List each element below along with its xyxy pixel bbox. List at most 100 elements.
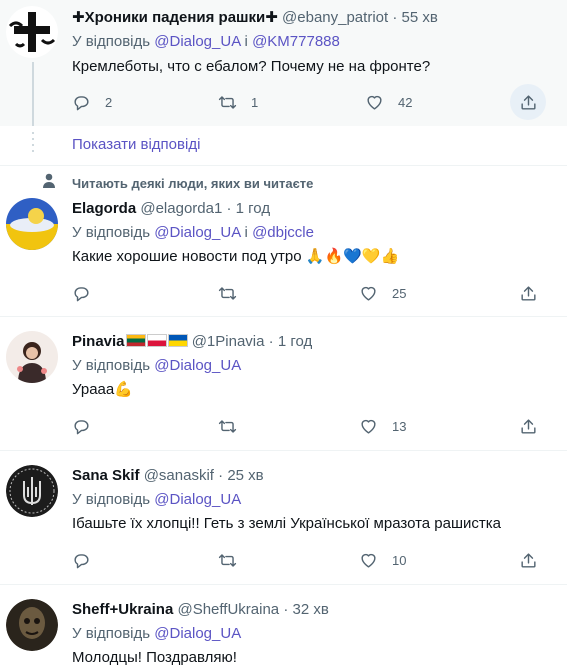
reply-count: 2 bbox=[105, 94, 113, 110]
retweet-icon bbox=[218, 95, 237, 109]
heart-icon bbox=[367, 95, 382, 110]
retweet-button[interactable]: 1 bbox=[218, 91, 258, 113]
avatar[interactable] bbox=[6, 465, 58, 517]
divider bbox=[0, 450, 567, 451]
tweet-4[interactable]: Sana Skif @sanaskif · 25 хв У відповідь … bbox=[0, 462, 567, 584]
reply-prefix: У відповідь bbox=[72, 625, 151, 642]
heart-icon bbox=[361, 419, 376, 434]
reply-icon bbox=[74, 419, 89, 434]
thread-dots bbox=[31, 132, 35, 156]
avatar[interactable] bbox=[6, 331, 58, 383]
share-button[interactable] bbox=[519, 91, 538, 113]
timestamp[interactable]: 1 год bbox=[236, 200, 270, 217]
replying-to: У відповідь @Dialog_UA bbox=[72, 624, 563, 644]
divider bbox=[0, 584, 567, 585]
retweet-icon bbox=[218, 419, 237, 433]
timestamp[interactable]: 1 год bbox=[278, 333, 312, 350]
avatar[interactable] bbox=[6, 198, 58, 250]
separator-dot: · bbox=[226, 200, 232, 217]
reply-icon bbox=[74, 553, 89, 568]
reply-button[interactable] bbox=[72, 549, 91, 571]
avatar[interactable] bbox=[6, 599, 58, 651]
heart-icon bbox=[361, 553, 376, 568]
reply-conjunction: і bbox=[244, 33, 248, 50]
mention-link[interactable]: @KM777888 bbox=[252, 33, 340, 50]
replying-to: У відповідь @Dialog_UA bbox=[72, 356, 563, 376]
retweet-button[interactable] bbox=[218, 549, 237, 571]
replying-to: У відповідь @Dialog_UA і @dbjccle bbox=[72, 223, 563, 243]
display-name[interactable]: Elagorda bbox=[72, 200, 136, 217]
retweet-icon bbox=[218, 286, 237, 300]
display-name[interactable]: ✚Хроники падения рашки✚ bbox=[72, 9, 278, 26]
share-button[interactable] bbox=[519, 415, 538, 437]
display-name[interactable]: Sana Skif bbox=[72, 467, 140, 484]
like-button[interactable]: 10 bbox=[359, 549, 406, 571]
reply-prefix: У відповідь bbox=[72, 224, 151, 241]
share-icon bbox=[521, 552, 536, 568]
like-count: 25 bbox=[392, 285, 407, 301]
reply-button[interactable]: 2 bbox=[72, 91, 112, 113]
separator-dot: · bbox=[283, 601, 289, 618]
user-handle[interactable]: @ebany_patriot bbox=[282, 9, 388, 26]
reply-conjunction: і bbox=[244, 224, 248, 241]
retweet-icon bbox=[218, 553, 237, 567]
reply-prefix: У відповідь bbox=[72, 33, 151, 50]
share-icon bbox=[521, 285, 536, 301]
retweet-button[interactable] bbox=[218, 415, 237, 437]
tweet-text-content: Урааа bbox=[72, 381, 115, 398]
user-handle[interactable]: @1Pinavia bbox=[192, 333, 265, 350]
tweet-5[interactable]: Sheff+Ukraina @SheffUkraina · 32 хв У ві… bbox=[0, 596, 567, 670]
reply-button[interactable] bbox=[72, 415, 91, 437]
mention-link[interactable]: @Dialog_UA bbox=[154, 357, 241, 374]
tweet-text: Кремлеботы, что с ебалом? Почему не на ф… bbox=[72, 58, 431, 75]
reply-icon bbox=[74, 286, 89, 301]
user-handle[interactable]: @sanaskif bbox=[144, 467, 214, 484]
separator-dot: · bbox=[268, 333, 274, 350]
display-name[interactable]: Pinavia bbox=[72, 333, 125, 350]
heart-icon bbox=[361, 286, 376, 301]
user-handle[interactable]: @SheffUkraina bbox=[177, 601, 279, 618]
replying-to: У відповідь @Dialog_UA і @KM777888 bbox=[72, 32, 563, 52]
tweet-text: Ібашьте їх хлопці!! Геть з землі Українс… bbox=[72, 515, 502, 532]
avatar[interactable] bbox=[6, 6, 58, 58]
share-button[interactable] bbox=[519, 282, 538, 304]
reply-prefix: У відповідь bbox=[72, 491, 151, 508]
separator-dot: · bbox=[218, 467, 224, 484]
show-replies-link[interactable]: Показати відповіді bbox=[72, 136, 200, 153]
user-handle[interactable]: @elagorda1 bbox=[140, 200, 222, 217]
like-count: 42 bbox=[398, 94, 413, 110]
like-button[interactable]: 13 bbox=[359, 415, 406, 437]
share-button[interactable] bbox=[519, 549, 538, 571]
social-context: Читають деякі люди, яких ви читаєте bbox=[72, 176, 314, 191]
divider bbox=[0, 316, 567, 317]
mention-link[interactable]: @Dialog_UA bbox=[154, 224, 240, 241]
replying-to: У відповідь @Dialog_UA bbox=[72, 490, 563, 510]
timestamp[interactable]: 55 хв bbox=[402, 9, 438, 26]
timestamp[interactable]: 25 хв bbox=[227, 467, 263, 484]
retweet-button[interactable] bbox=[218, 282, 237, 304]
tweet-emojis: 🙏🔥💙💛👍 bbox=[305, 248, 400, 265]
mention-link[interactable]: @Dialog_UA bbox=[154, 625, 241, 642]
lithuania-flag-icon bbox=[125, 334, 146, 347]
tweet-text: Урааа💪 bbox=[72, 380, 563, 400]
reply-prefix: У відповідь bbox=[72, 357, 151, 374]
tweet-1[interactable]: ✚Хроники падения рашки✚ @ebany_patriot ·… bbox=[0, 0, 567, 126]
tweet-2[interactable]: Elagorda @elagorda1 · 1 год У відповідь … bbox=[0, 195, 567, 315]
like-button[interactable]: 42 bbox=[365, 91, 412, 113]
tweet-3[interactable]: Pinavia @1Pinavia · 1 год У відповідь @D… bbox=[0, 328, 567, 450]
mention-link[interactable]: @Dialog_UA bbox=[154, 491, 241, 508]
reply-button[interactable] bbox=[72, 282, 91, 304]
mention-link[interactable]: @Dialog_UA bbox=[154, 33, 240, 50]
share-icon bbox=[521, 94, 536, 110]
display-name[interactable]: Sheff+Ukraina bbox=[72, 601, 173, 618]
tweet-text: Какие хорошие новости под утро 🙏🔥💙💛👍 bbox=[72, 247, 563, 267]
timestamp[interactable]: 32 хв bbox=[292, 601, 328, 618]
divider bbox=[0, 165, 567, 166]
like-count: 13 bbox=[392, 418, 407, 434]
mention-link[interactable]: @dbjccle bbox=[252, 224, 314, 241]
tweet-text-content: Какие хорошие новости под утро bbox=[72, 248, 302, 265]
poland-flag-icon bbox=[146, 334, 167, 347]
like-button[interactable]: 25 bbox=[359, 282, 406, 304]
ukraine-flag-icon bbox=[167, 334, 188, 347]
tweet-emojis: 💪 bbox=[114, 381, 133, 398]
